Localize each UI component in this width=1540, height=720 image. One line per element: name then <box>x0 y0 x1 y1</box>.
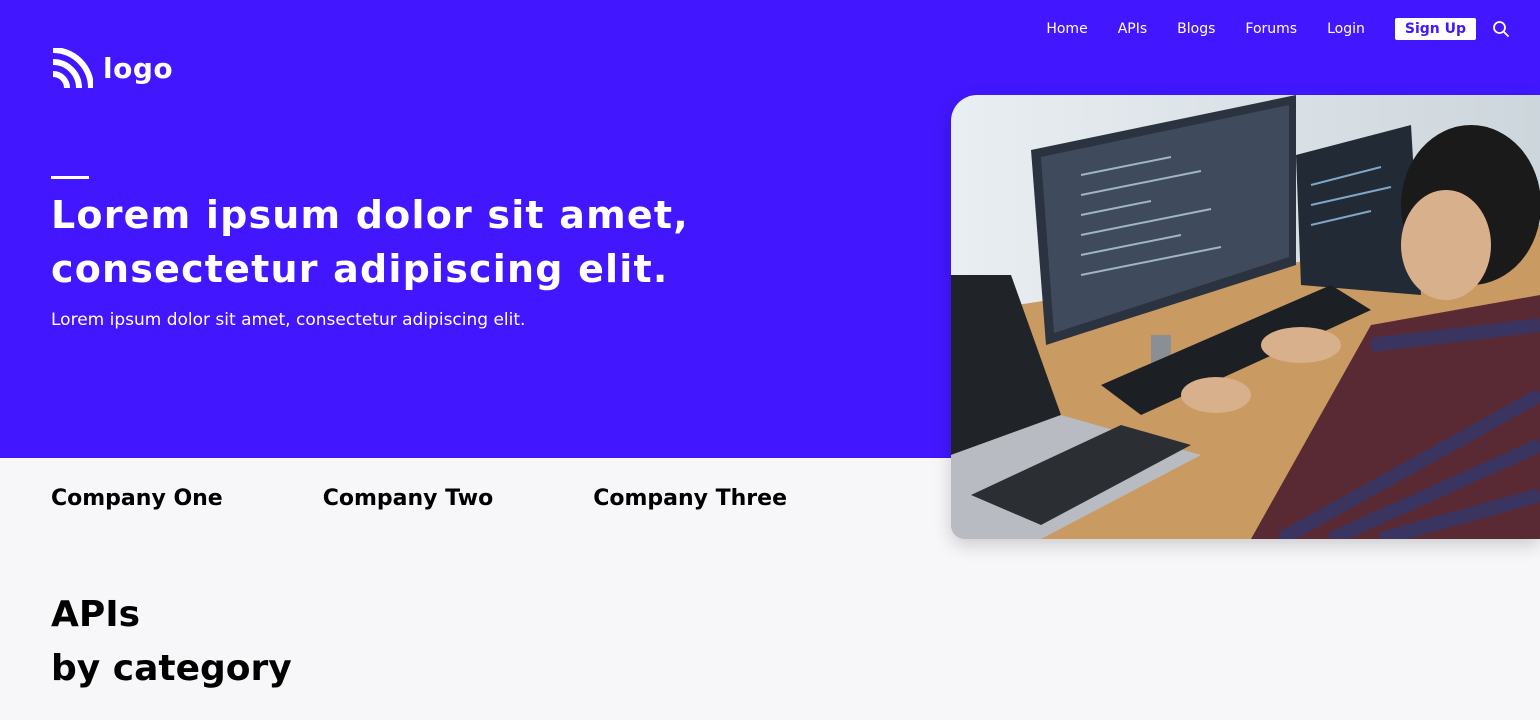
hero-subtitle: Lorem ipsum dolor sit amet, consectetur … <box>51 310 526 330</box>
logo[interactable]: logo <box>51 48 173 88</box>
developer-at-computers-photo <box>951 95 1540 539</box>
companies-row: Company One Company Two Company Three <box>51 486 887 511</box>
logo-text: logo <box>103 51 174 85</box>
apis-title-line1: APIs <box>51 594 141 635</box>
apis-title-line2: by category <box>51 648 292 689</box>
apis-section-title: APIs by category <box>51 588 292 696</box>
top-nav: Home APIs Blogs Forums Login Sign Up <box>1046 18 1510 40</box>
headline-accent-dash <box>51 176 89 179</box>
hero-photo <box>951 95 1540 539</box>
search-icon[interactable] <box>1492 20 1510 38</box>
nav-login[interactable]: Login <box>1327 21 1365 37</box>
company-two: Company Two <box>322 486 494 511</box>
hero-headline: Lorem ipsum dolor sit amet, consectetur … <box>51 188 751 296</box>
nav-forums[interactable]: Forums <box>1245 21 1297 37</box>
hero-headline-line2: consectetur adipiscing elit. <box>51 247 669 291</box>
company-one: Company One <box>51 486 223 511</box>
hero-headline-line1: Lorem ipsum dolor sit amet, <box>51 193 689 237</box>
logo-icon <box>52 48 93 88</box>
nav-home[interactable]: Home <box>1046 21 1087 37</box>
nav-blogs[interactable]: Blogs <box>1177 21 1215 37</box>
company-three: Company Three <box>593 486 788 511</box>
nav-apis[interactable]: APIs <box>1118 21 1147 37</box>
signup-button[interactable]: Sign Up <box>1394 18 1476 40</box>
